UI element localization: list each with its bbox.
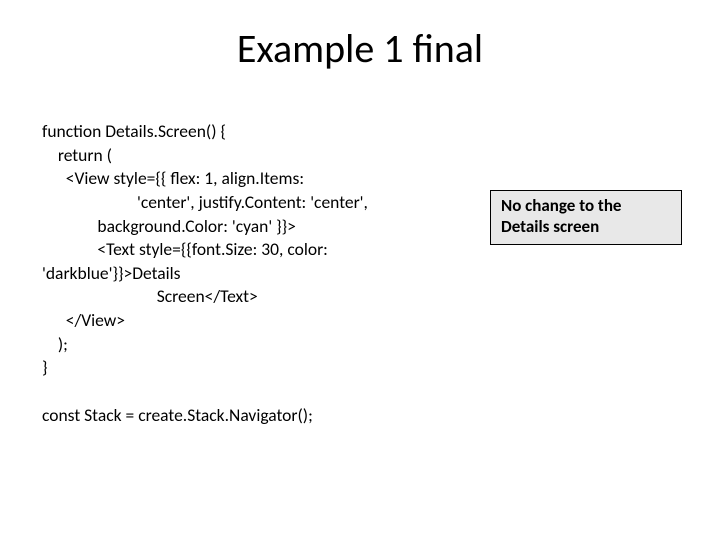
slide: Example 1 final function Details.Screen(… [0, 0, 720, 540]
code-block: function Details.Screen() { return ( <Vi… [42, 120, 422, 427]
note-box: No change to the Details screen [490, 190, 682, 245]
slide-title: Example 1 final [0, 24, 720, 73]
